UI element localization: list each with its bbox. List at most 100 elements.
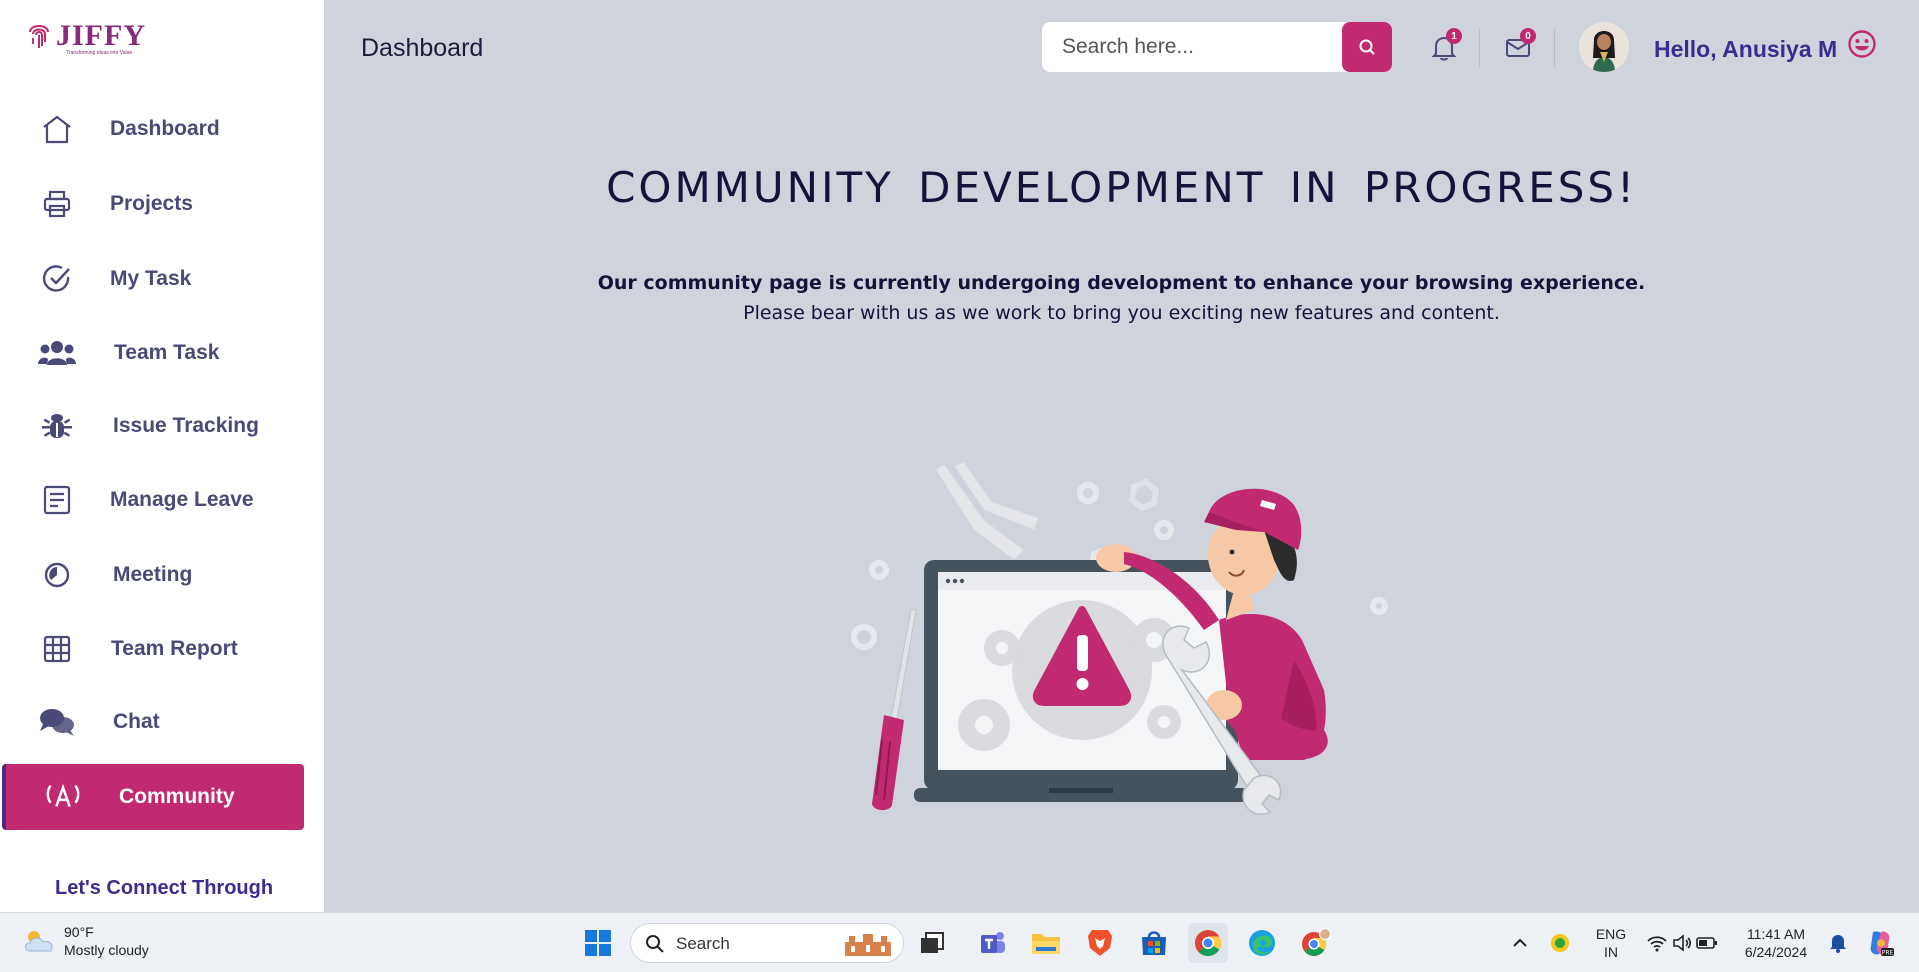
notifications-button[interactable]: 1 [1426,28,1462,66]
store-icon [1142,931,1166,955]
document-icon [38,481,76,519]
brave-browser-app[interactable] [1080,923,1120,963]
chrome-icon [1302,928,1332,956]
user-greeting: Hello, Anusiya M [1654,36,1838,62]
folder-icon [1032,934,1060,954]
sidebar-item-dashboard[interactable]: Dashboard [0,97,324,161]
sidebar-item-label: My Task [110,267,192,290]
check-circle-icon [38,260,76,298]
weather-widget[interactable]: 90°F Mostly cloudy [22,923,149,959]
smile-icon [1847,29,1877,64]
search-button[interactable] [1342,22,1392,72]
sidebar-item-label: Chat [113,710,160,733]
windows-logo-icon [585,930,611,956]
main-content: Dashboard 1 0 Hello, Anusiya M COMMUNITY… [324,0,1919,912]
teams-app[interactable] [972,923,1012,963]
edge-icon [1249,930,1275,956]
chrome-app-active[interactable] [1188,923,1228,963]
sidebar-item-label: Projects [110,192,193,215]
printer-icon [38,185,76,223]
broadcast-icon [44,778,82,816]
weather-temp: 90°F [64,924,94,940]
bug-icon [38,407,76,445]
task-view-button[interactable] [912,923,952,963]
clock-time: 11:41 AM [1746,926,1806,942]
chevron-up-icon [1513,938,1527,947]
sidebar-item-chat[interactable]: Chat [0,690,324,754]
sidebar-item-team-task[interactable]: Team Task [0,321,324,385]
divider [1554,28,1555,68]
copilot-icon: PRE [1870,931,1894,957]
search-icon [646,935,664,953]
microsoft-store-app[interactable] [1134,923,1174,963]
description-line-1: Our community page is currently undergoi… [597,272,1646,294]
chrome-profile-app[interactable] [1296,923,1336,963]
sidebar-item-team-report[interactable]: Team Report [0,617,324,681]
taskbar-search-label: Search [676,934,730,953]
sidebar-item-label: Team Report [111,637,238,660]
task-view-icon [921,932,944,953]
search-highlight-icon [845,934,891,956]
chat-icon [38,703,76,741]
search-icon [1359,39,1375,55]
sidebar-item-community[interactable]: Community [2,764,304,830]
users-icon [38,334,76,372]
brave-lion-icon [1088,930,1112,956]
search-input[interactable] [1042,22,1342,72]
clock-date: 6/24/2024 [1744,944,1808,960]
avatar[interactable] [1579,22,1629,72]
scrollbar[interactable] [1913,0,1919,830]
sidebar-item-label: Meeting [113,563,193,586]
tray-app[interactable] [1540,923,1580,963]
grid-icon [38,630,76,668]
start-button[interactable] [578,923,618,963]
sidebar-item-manage-leave[interactable]: Manage Leave [0,468,324,532]
file-explorer-app[interactable] [1026,923,1066,963]
sidebar-item-label: Issue Tracking [113,414,259,437]
teams-icon [981,932,1005,953]
bell-icon [1830,935,1846,953]
under-construction-illustration [824,460,1404,825]
home-icon [38,110,76,148]
search-box [1042,22,1392,72]
sidebar-item-label: Dashboard [110,117,220,140]
fingerprint-icon [29,25,49,48]
messages-button[interactable]: 0 [1500,28,1536,66]
volume-icon [1673,934,1692,952]
sidebar-item-label: Manage Leave [110,488,254,511]
sidebar: JIFFY Transforming Ideas into Value Dash… [0,0,324,912]
language-indicator[interactable]: ENG IN [1590,925,1632,961]
page-headline: COMMUNITY DEVELOPMENT IN PROGRESS! [606,163,1637,212]
clock-icon [38,556,76,594]
logo-tagline: Transforming Ideas into Value [66,50,133,56]
sidebar-item-meeting[interactable]: Meeting [0,543,324,607]
weather-description: Mostly cloudy [64,942,149,958]
sidebar-item-label: Community [119,785,235,808]
cloudy-weather-icon [25,931,53,952]
notification-center-button[interactable] [1818,923,1858,963]
svg-text:PRE: PRE [1882,950,1894,957]
logo-text: JIFFY [56,19,146,52]
sidebar-item-issue-tracking[interactable]: Issue Tracking [0,394,324,458]
copilot-button[interactable]: PRE [1860,923,1900,963]
show-hidden-icons-button[interactable] [1500,923,1540,963]
sidebar-item-projects[interactable]: Projects [0,172,324,236]
system-status-button[interactable] [1640,923,1724,963]
message-badge: 0 [1520,28,1536,44]
region-code: IN [1604,944,1618,960]
app-logo[interactable]: JIFFY Transforming Ideas into Value [26,19,146,56]
description-line-2: Please bear with us as we work to bring … [743,302,1500,324]
page-title: Dashboard [361,34,484,62]
wifi-icon [1647,936,1667,952]
notification-badge: 1 [1446,28,1462,44]
edge-app[interactable] [1242,923,1282,963]
taskbar-search[interactable]: Search [630,923,904,963]
battery-icon [1696,937,1717,949]
chrome-icon [1195,930,1222,956]
sidebar-item-label: Team Task [114,341,220,364]
clock[interactable]: 11:41 AM 6/24/2024 [1740,925,1812,961]
connect-heading: Let's Connect Through [55,877,274,899]
tray-app-icon [1551,934,1569,952]
sidebar-item-my-task[interactable]: My Task [0,247,324,311]
windows-taskbar: 90°F Mostly cloudy Search ENG IN 11:41 A… [0,912,1919,972]
